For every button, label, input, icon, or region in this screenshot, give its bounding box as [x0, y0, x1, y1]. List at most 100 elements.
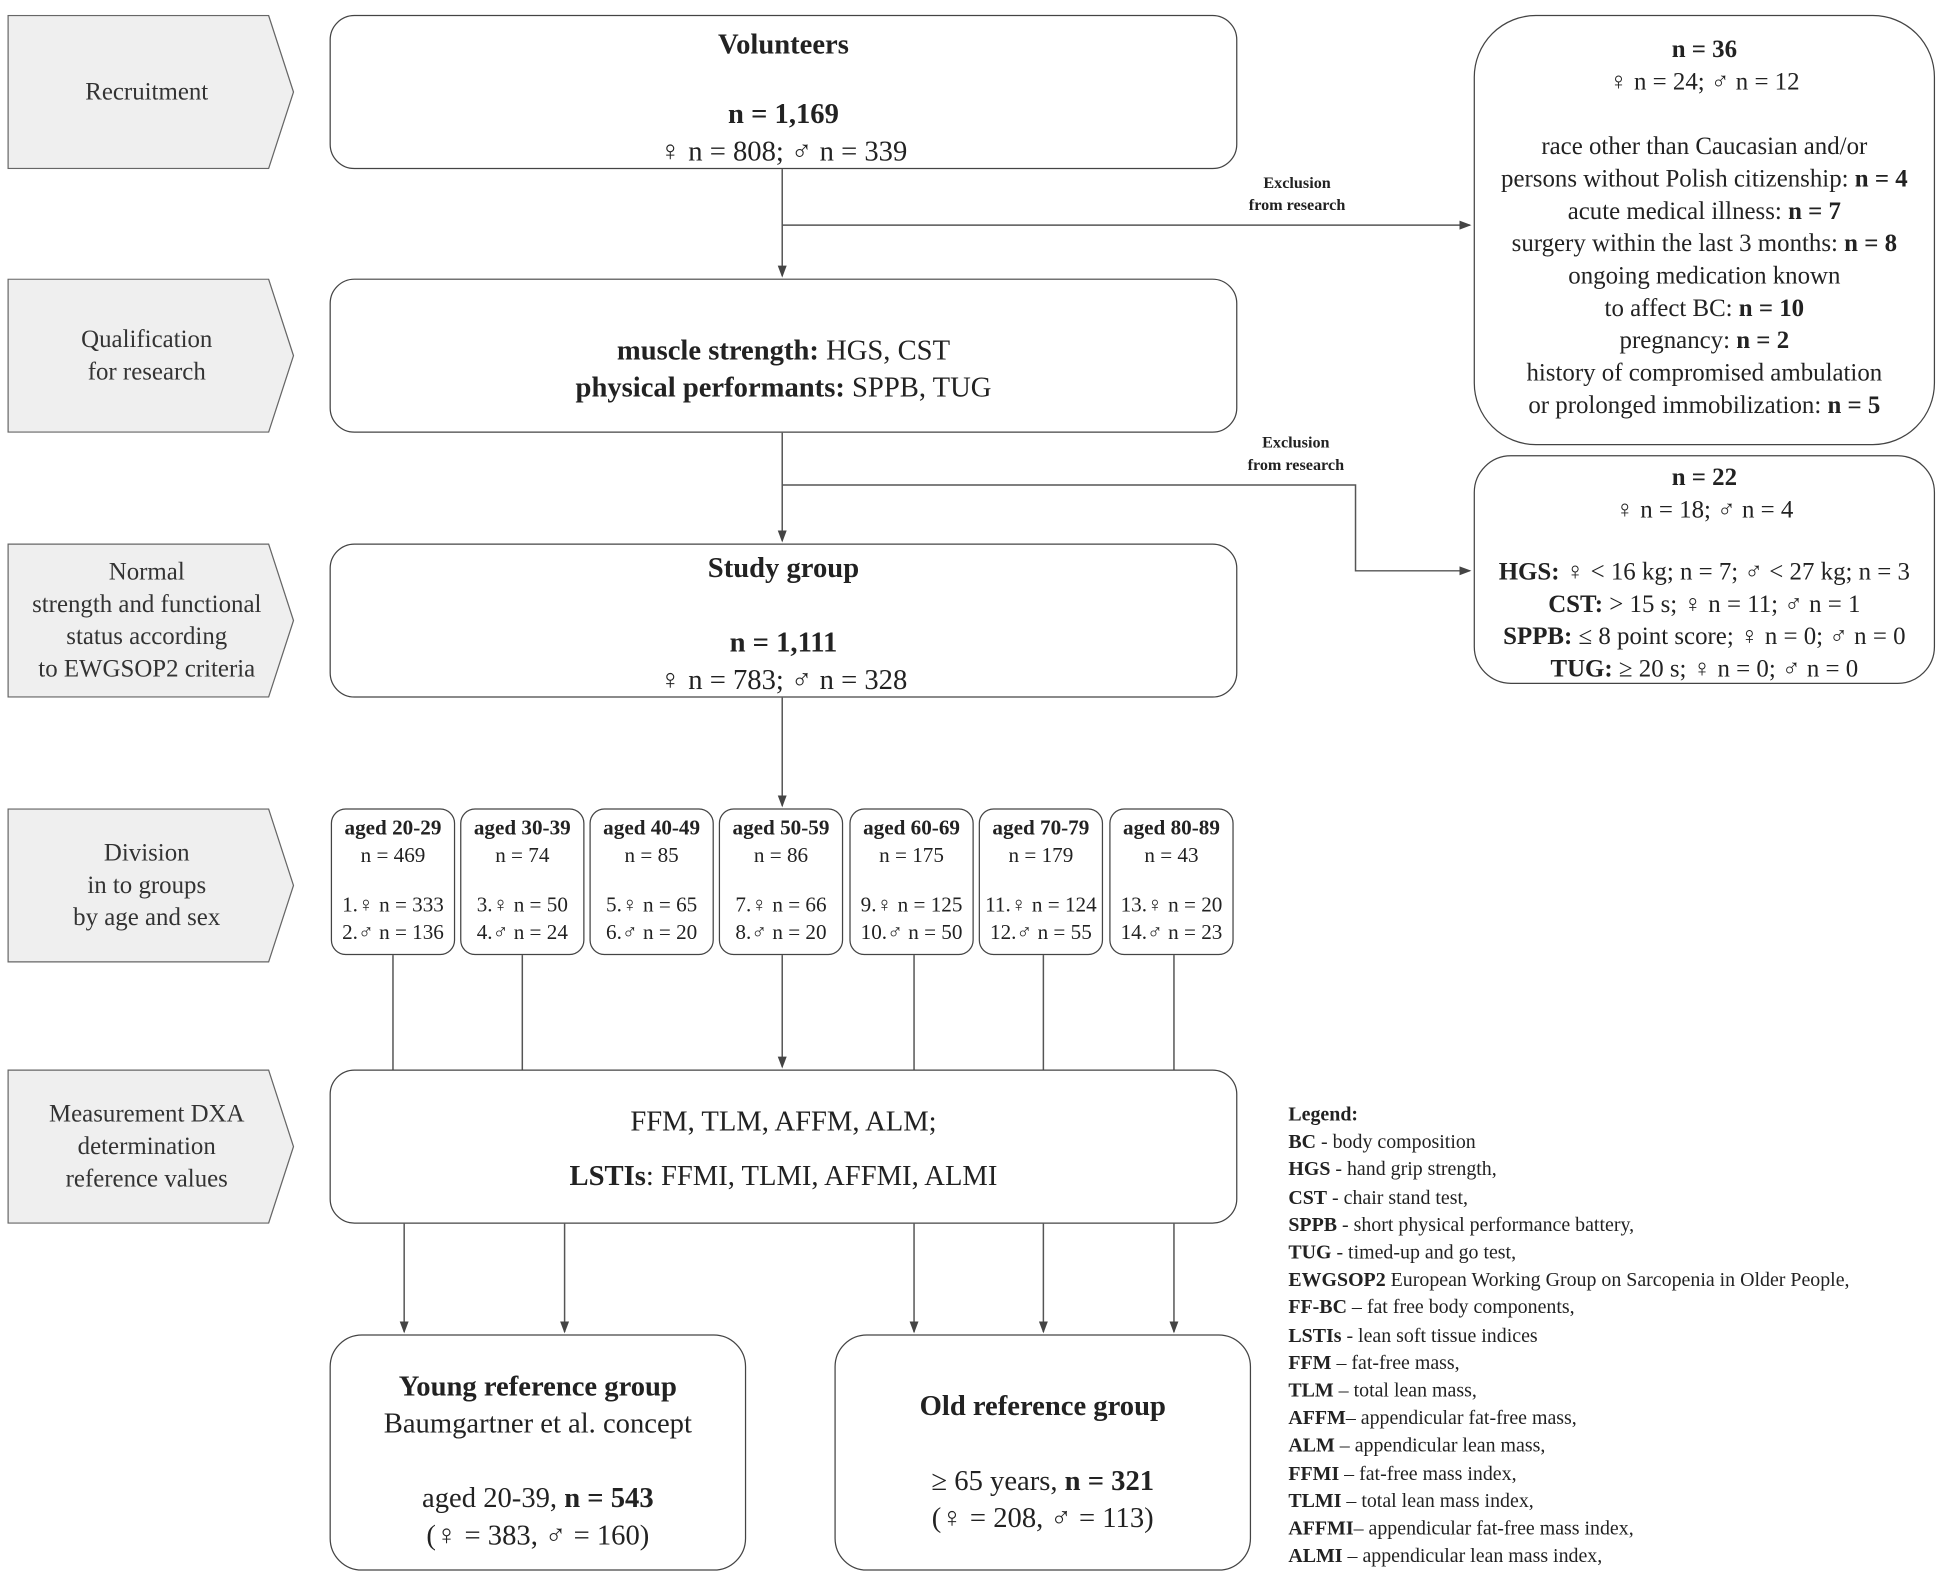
legend-item: FF-BC – fat free body components, [1288, 1295, 1849, 1323]
exclusion-reason: to affect BC: n = 10 [1475, 292, 1934, 324]
young-reference-box: Young reference group Baumgartner et al.… [329, 1334, 747, 1571]
reason: pregnancy: [1619, 327, 1737, 355]
age: aged 20-39, [422, 1482, 565, 1514]
stage-label: for research [87, 358, 206, 386]
age-group-box: aged 70-79 n = 179 11.♀ n = 124 12.♂ n =… [978, 808, 1104, 956]
label: LSTIs [569, 1160, 646, 1192]
exclusion-reason: pregnancy: n = 2 [1475, 325, 1934, 357]
definition: – total lean mass index, [1341, 1490, 1534, 1513]
criterion: CST: [1548, 590, 1604, 619]
volunteers-sex: ♀ n = 808; ♂ n = 339 [659, 135, 908, 167]
young-title: Young reference group [398, 1370, 677, 1402]
age-count: n = 179 [1008, 843, 1074, 867]
stage-2: Normal strength and functional status acco… [7, 543, 295, 698]
age-count: n = 175 [879, 843, 944, 867]
definition: – appendicular lean mass, [1334, 1435, 1546, 1457]
stage-label: Division [103, 839, 190, 867]
study-group-count: n = 1,111 [729, 626, 838, 658]
t: from research [1247, 455, 1345, 474]
age-count: n = 86 [753, 843, 809, 867]
volunteers-title: Volunteers [718, 28, 849, 60]
definition: - lean soft tissue indices [1341, 1325, 1538, 1347]
study-group-sex: ♀ n = 783; ♂ n = 328 [659, 664, 908, 696]
old-age: ≥ 65 years, n = 321 [836, 1462, 1250, 1499]
male-count: 14.♂ n = 23 [1120, 920, 1223, 944]
male-count: 4.♂ n = 24 [476, 920, 568, 944]
legend-item: TLMI – total lean mass index, [1288, 1488, 1849, 1516]
dxa-line-2: LSTIs: FFMI, TLMI, AFFMI, ALMI [331, 1158, 1236, 1195]
male-count: 2.♂ n = 136 [342, 920, 444, 944]
label: physical performants: [575, 371, 845, 403]
legend-item: AFFM– appendicular fat-free mass, [1288, 1406, 1849, 1434]
stage-0: Recruitment [7, 14, 295, 170]
age-group-box: aged 20-29 n = 469 1.♀ n = 333 2.♂ n = 1… [330, 808, 456, 956]
reason: acute medical illness: [1567, 197, 1789, 226]
stage-label: strength and functional [32, 590, 262, 619]
age-title: aged 80-89 [1123, 815, 1220, 840]
exclusion-box-2: n = 22 ♀ n = 18; ♂ n = 4 HGS: ♀ < 16 kg;… [1473, 455, 1936, 685]
stage-label: Normal [108, 558, 185, 586]
stage-label: by age and sex [73, 904, 221, 932]
age-title: aged 70-79 [992, 815, 1090, 840]
count: n = 2 [1736, 327, 1790, 355]
count: n = 321 [1064, 1464, 1155, 1497]
exclusion-reason: persons without Polish citizenship: n = … [1475, 163, 1934, 195]
qualification-line-1: muscle strength: HGS, CST [331, 332, 1236, 369]
exclusion-reason: acute medical illness: n = 7 [1475, 195, 1934, 227]
stage-label: Qualification [81, 325, 213, 354]
legend: Legend: BC - body composition HGS - hand … [1288, 1102, 1849, 1571]
abbr: CST [1288, 1187, 1328, 1209]
detail: ♀ < 16 kg; n = 7; ♂ < 27 kg; n = 3 [1559, 558, 1910, 586]
exclusion-criterion: CST: > 15 s; ♀ n = 11; ♂ n = 1 [1475, 588, 1934, 620]
female-count: 1.♀ n = 333 [342, 892, 444, 917]
count: n = 7 [1788, 197, 1841, 226]
definition: - chair stand test, [1327, 1187, 1468, 1209]
stage-label: Recruitment [85, 78, 209, 106]
count: n = 10 [1738, 294, 1805, 323]
male-count: 6.♂ n = 20 [606, 920, 698, 944]
stage-1: Qualification for research [7, 278, 295, 433]
reason: ongoing medication known [1568, 262, 1841, 290]
count: n = 8 [1844, 230, 1898, 258]
t: Exclusion [1263, 172, 1331, 192]
reason: surgery within the last 3 months: [1511, 230, 1845, 258]
legend-item: TUG - timed-up and go test, [1288, 1240, 1849, 1268]
count: n = 5 [1827, 391, 1881, 420]
detail: ≥ 20 s; ♀ n = 0; ♂ n = 0 [1612, 655, 1859, 683]
exclusion-criterion: HGS: ♀ < 16 kg; n = 7; ♂ < 27 kg; n = 3 [1475, 556, 1934, 588]
criterion: TUG: [1550, 655, 1613, 683]
stage-label: in to groups [87, 871, 207, 900]
old-title: Old reference group [919, 1390, 1166, 1422]
stage-label: status according [66, 623, 228, 651]
definition: - body composition [1316, 1131, 1476, 1154]
study-group-box: Study group n = 1,111 ♀ n = 783; ♂ n = 3… [329, 543, 1238, 698]
reason: or prolonged immobilization: [1528, 391, 1828, 420]
criterion: SPPB: [1503, 623, 1573, 651]
definition: – fat-free mass, [1331, 1352, 1460, 1374]
value: : FFMI, TLMI, AFFMI, ALMI [645, 1160, 998, 1192]
abbr: FF-BC [1288, 1297, 1347, 1319]
age-title: aged 40-49 [603, 815, 701, 840]
age-count: n = 85 [624, 843, 679, 867]
exclusion-reason: or prolonged immobilization: n = 5 [1475, 389, 1934, 421]
exclusion-reason: surgery within the last 3 months: n = 8 [1475, 228, 1934, 260]
definition: – appendicular fat-free mass index, [1353, 1518, 1634, 1540]
exclusion-criterion: TUG: ≥ 20 s; ♀ n = 0; ♂ n = 0 [1475, 653, 1934, 685]
legend-item: FFM – fat-free mass, [1288, 1350, 1849, 1378]
female-count: 11.♀ n = 124 [985, 892, 1097, 917]
reason: race other than Caucasian and/or [1541, 133, 1868, 161]
abbr: FFMI [1288, 1463, 1340, 1485]
legend-item: ALMI – appendicular lean mass index, [1288, 1544, 1849, 1572]
definition: - timed-up and go test, [1331, 1242, 1517, 1264]
stage-label: Measurement DXA [49, 1100, 245, 1128]
abbr: ALM [1288, 1435, 1335, 1457]
young-subtitle: Baumgartner et al. concept [383, 1407, 692, 1439]
definition: – appendicular fat-free mass, [1345, 1408, 1577, 1430]
male-count: 8.♂ n = 20 [735, 920, 827, 944]
value: SPPB, TUG [844, 371, 992, 403]
definition: – appendicular lean mass index, [1342, 1546, 1603, 1568]
label: muscle strength: [616, 334, 819, 366]
age-count: n = 469 [360, 843, 426, 867]
dxa-box: FFM, TLM, AFFM, ALM; LSTIs: FFMI, TLMI, … [329, 1069, 1238, 1224]
age-title: aged 20-29 [344, 815, 442, 840]
